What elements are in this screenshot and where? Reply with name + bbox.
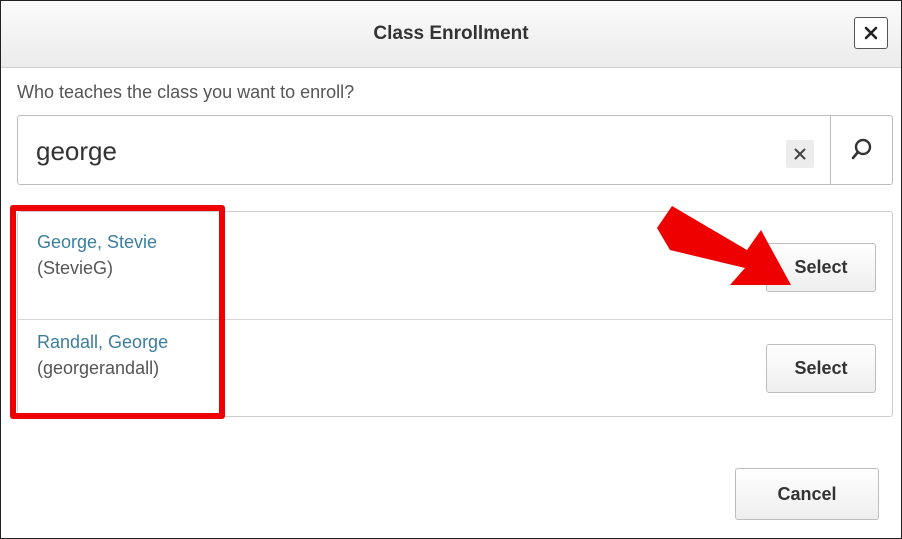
instructor-name-link[interactable]: George, Stevie bbox=[37, 232, 157, 253]
list-item: Randall, George (georgerandall) Select bbox=[18, 320, 892, 416]
instructor-username: (georgerandall) bbox=[37, 358, 160, 378]
clear-x-icon bbox=[794, 148, 806, 160]
close-button[interactable] bbox=[854, 17, 888, 49]
instructor-name-link[interactable]: Randall, George bbox=[37, 332, 168, 353]
cancel-button[interactable]: Cancel bbox=[735, 468, 879, 520]
magnifier-icon bbox=[851, 138, 872, 160]
search-button[interactable] bbox=[830, 115, 893, 185]
list-item: George, Stevie (StevieG) Select bbox=[18, 212, 892, 320]
instructor-search-field[interactable]: george bbox=[17, 115, 893, 185]
search-prompt-label: Who teaches the class you want to enroll… bbox=[17, 82, 355, 102]
close-icon bbox=[864, 26, 878, 40]
dialog-titlebar: Class Enrollment bbox=[1, 1, 901, 68]
select-button[interactable]: Select bbox=[766, 243, 876, 292]
instructor-username: (StevieG) bbox=[37, 258, 114, 278]
search-input[interactable]: george bbox=[36, 136, 117, 167]
select-button[interactable]: Select bbox=[766, 344, 876, 393]
dialog-title: Class Enrollment bbox=[373, 23, 529, 44]
class-enrollment-dialog: Class Enrollment Who teaches the class y… bbox=[0, 0, 902, 539]
clear-search-button[interactable] bbox=[786, 140, 814, 168]
search-results-list: George, Stevie (StevieG) Select Randall,… bbox=[17, 211, 893, 417]
